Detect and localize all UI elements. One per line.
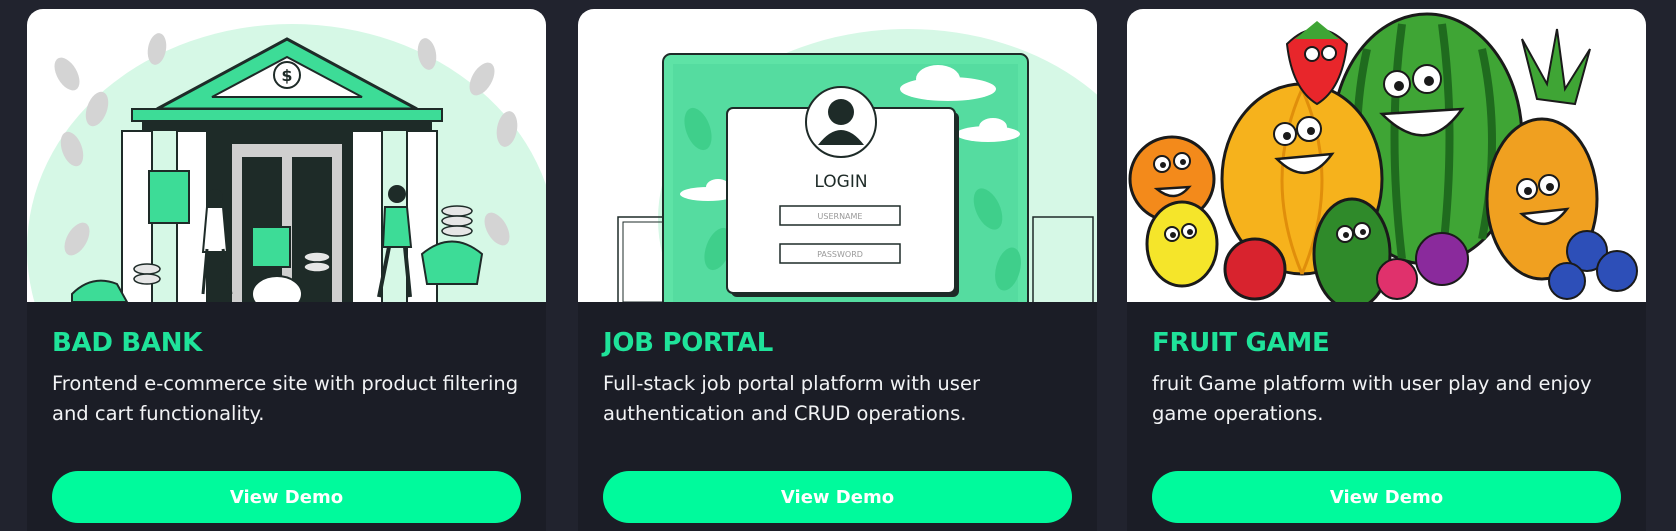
- cartoon-fruits-illustration: [1127, 9, 1646, 302]
- project-card-fruit-game: FRUIT GAME fruit Game platform with user…: [1127, 9, 1646, 531]
- bank-illustration: $: [27, 9, 546, 302]
- project-card-bad-bank: $ BAD BANK Frontend e-commerce site with…: [27, 9, 546, 531]
- login-illustration: LOGIN USERNAME PASSWORD: [578, 9, 1097, 302]
- project-title: BAD BANK: [52, 328, 203, 358]
- password-placeholder: PASSWORD: [817, 250, 863, 259]
- coin-symbol: $: [281, 66, 292, 85]
- project-description: Full-stack job portal platform with user…: [603, 372, 980, 425]
- view-demo-button[interactable]: View Demo: [1152, 471, 1621, 523]
- view-demo-button[interactable]: View Demo: [603, 471, 1072, 523]
- project-title: JOB PORTAL: [603, 328, 774, 358]
- view-demo-button[interactable]: View Demo: [52, 471, 521, 523]
- project-card-job-portal: LOGIN USERNAME PASSWORD JOB PORTAL Full-…: [578, 9, 1097, 531]
- username-placeholder: USERNAME: [818, 212, 863, 221]
- project-title: FRUIT GAME: [1152, 328, 1330, 358]
- login-heading: LOGIN: [814, 172, 867, 192]
- project-description: fruit Game platform with user play and e…: [1152, 372, 1592, 425]
- project-description: Frontend e-commerce site with product fi…: [52, 372, 519, 425]
